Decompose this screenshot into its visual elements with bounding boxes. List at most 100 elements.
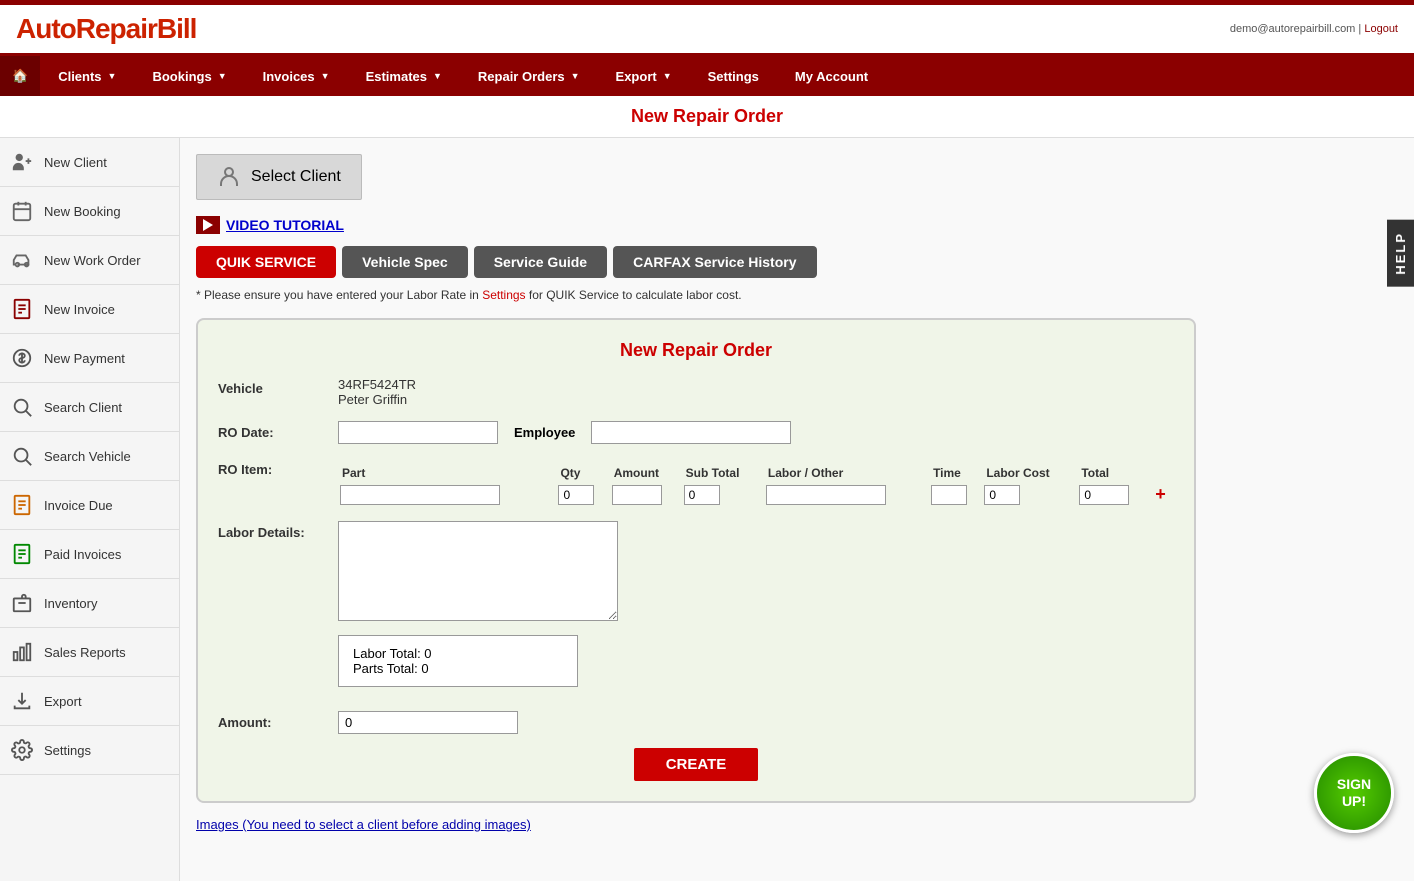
ro-item-row: RO Item: Part Qty Amount Sub Total Labor… (218, 458, 1174, 507)
part-input[interactable] (340, 485, 500, 505)
totals-box: Labor Total: 0 Parts Total: 0 (338, 635, 578, 687)
sidebar-invoice-due-label: Invoice Due (44, 498, 113, 513)
tab-service-guide[interactable]: Service Guide (474, 246, 607, 278)
logo: AutoRepairBill (16, 13, 196, 45)
ro-item-table-container: Part Qty Amount Sub Total Labor / Other … (338, 458, 1174, 507)
sidebar-item-search-client[interactable]: Search Client (0, 383, 179, 432)
nav-bookings[interactable]: Bookings ▼ (134, 56, 244, 96)
sidebar-settings-label: Settings (44, 743, 91, 758)
person-add-icon (8, 148, 36, 176)
video-tutorial-link[interactable]: VIDEO TUTORIAL (226, 217, 344, 233)
tab-quik-service[interactable]: QUIK SERVICE (196, 246, 336, 278)
totals-row: Labor Total: 0 Parts Total: 0 (218, 635, 1174, 697)
total-input[interactable] (1079, 485, 1129, 505)
export-arrow: ▼ (663, 71, 672, 81)
nav-repair-orders[interactable]: Repair Orders ▼ (460, 56, 598, 96)
add-row-button[interactable]: + (1155, 484, 1166, 504)
qty-input[interactable] (558, 485, 594, 505)
nav-bar: 🏠 Clients ▼ Bookings ▼ Invoices ▼ Estima… (0, 56, 1414, 96)
nav-settings[interactable]: Settings (690, 56, 777, 96)
inventory-icon (8, 589, 36, 617)
nav-home[interactable]: 🏠 (0, 56, 40, 96)
select-client-label: Select Client (251, 168, 341, 186)
vehicle-row: Vehicle 34RF5424TR Peter Griffin (218, 377, 1174, 407)
sidebar-item-export[interactable]: Export (0, 677, 179, 726)
col-labor-cost: Labor Cost (982, 464, 1077, 482)
nav-invoices[interactable]: Invoices ▼ (245, 56, 348, 96)
chart-icon (8, 638, 36, 666)
sidebar-new-booking-label: New Booking (44, 204, 121, 219)
sidebar-sales-reports-label: Sales Reports (44, 645, 126, 660)
sidebar-item-invoice-due[interactable]: Invoice Due (0, 481, 179, 530)
ro-date-label: RO Date: (218, 421, 338, 440)
col-total: Total (1077, 464, 1149, 482)
sidebar-item-new-work-order[interactable]: New Work Order (0, 236, 179, 285)
user-info: demo@autorepairbill.com | Logout (1230, 23, 1398, 35)
sidebar-item-inventory[interactable]: Inventory (0, 579, 179, 628)
items-table: Part Qty Amount Sub Total Labor / Other … (338, 464, 1174, 507)
select-client-icon (217, 165, 241, 189)
search-client-icon (8, 393, 36, 421)
nav-clients[interactable]: Clients ▼ (40, 56, 134, 96)
labor-details-textarea[interactable] (338, 521, 618, 621)
user-email: demo@autorepairbill.com (1230, 23, 1356, 35)
content-area: Select Client VIDEO TUTORIAL QUIK SERVIC… (180, 138, 1414, 881)
sidebar-new-invoice-label: New Invoice (44, 302, 115, 317)
logo-part2: Bill (157, 13, 197, 44)
images-notice[interactable]: Images (You need to select a client befo… (196, 817, 1398, 832)
ro-date-input[interactable] (338, 421, 498, 444)
bookings-arrow: ▼ (218, 71, 227, 81)
invoices-arrow: ▼ (321, 71, 330, 81)
help-tab[interactable]: HELP (1387, 220, 1414, 287)
nav-my-account[interactable]: My Account (777, 56, 886, 96)
sidebar-item-settings[interactable]: Settings (0, 726, 179, 775)
sidebar-paid-invoices-label: Paid Invoices (44, 547, 121, 562)
sidebar-search-client-label: Search Client (44, 400, 122, 415)
amount-input-field[interactable] (338, 711, 518, 734)
amount-label: Amount: (218, 711, 338, 730)
logout-link[interactable]: Logout (1364, 23, 1398, 35)
vehicle-id: 34RF5424TR (338, 377, 416, 392)
sidebar-item-new-invoice[interactable]: New Invoice (0, 285, 179, 334)
form-card: New Repair Order Vehicle 34RF5424TR Pete… (196, 318, 1196, 803)
sidebar-new-payment-label: New Payment (44, 351, 125, 366)
time-input[interactable] (931, 485, 967, 505)
signup-button[interactable]: SIGN UP! (1314, 753, 1394, 833)
search-vehicle-icon (8, 442, 36, 470)
video-tutorial-row: VIDEO TUTORIAL (196, 216, 1398, 234)
col-part: Part (338, 464, 556, 482)
employee-input[interactable] (591, 421, 791, 444)
labor-other-input[interactable] (766, 485, 886, 505)
sidebar-item-new-client[interactable]: New Client (0, 138, 179, 187)
labor-total: Labor Total: 0 (353, 646, 563, 661)
amount-input[interactable] (612, 485, 662, 505)
header: AutoRepairBill demo@autorepairbill.com |… (0, 5, 1414, 56)
sidebar-search-vehicle-label: Search Vehicle (44, 449, 131, 464)
tab-carfax[interactable]: CARFAX Service History (613, 246, 816, 278)
create-button[interactable]: CREATE (634, 748, 759, 781)
tab-vehicle-spec[interactable]: Vehicle Spec (342, 246, 468, 278)
nav-export[interactable]: Export ▼ (598, 56, 690, 96)
nav-estimates[interactable]: Estimates ▼ (348, 56, 460, 96)
sidebar-export-label: Export (44, 694, 82, 709)
vehicle-value: 34RF5424TR Peter Griffin (338, 377, 416, 407)
sidebar-item-new-payment[interactable]: New Payment (0, 334, 179, 383)
vehicle-label: Vehicle (218, 377, 338, 396)
table-row: + (338, 482, 1174, 507)
paid-invoices-icon (8, 540, 36, 568)
repair-orders-arrow: ▼ (571, 71, 580, 81)
labor-cost-input[interactable] (984, 485, 1020, 505)
settings-link[interactable]: Settings (482, 288, 525, 302)
sidebar-item-new-booking[interactable]: New Booking (0, 187, 179, 236)
col-time: Time (929, 464, 982, 482)
sidebar-item-search-vehicle[interactable]: Search Vehicle (0, 432, 179, 481)
sidebar-item-paid-invoices[interactable]: Paid Invoices (0, 530, 179, 579)
sidebar-item-sales-reports[interactable]: Sales Reports (0, 628, 179, 677)
sidebar-inventory-label: Inventory (44, 596, 97, 611)
sub-total-input[interactable] (684, 485, 720, 505)
select-client-button[interactable]: Select Client (196, 154, 362, 200)
car-icon (8, 246, 36, 274)
signup-line2: UP! (1342, 793, 1366, 810)
labor-details-row: Labor Details: (218, 521, 1174, 621)
col-qty: Qty (556, 464, 609, 482)
